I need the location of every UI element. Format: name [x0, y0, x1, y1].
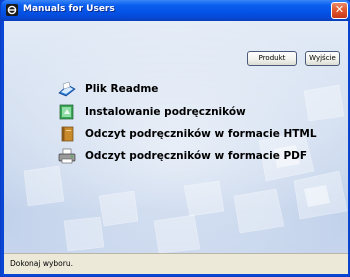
client-area: Produkt Wyjście Plik Readme Instalowanie…: [4, 21, 348, 274]
readme-icon: [58, 81, 76, 97]
menu-item-label: Instalowanie podręczników: [85, 106, 246, 118]
menu-item-label: Odczyt podręczników w formacie PDF: [85, 150, 308, 162]
menu-item-label: Plik Readme: [85, 83, 159, 95]
title-bar[interactable]: Manuals for Users ✕: [1, 0, 350, 21]
pdf-printer-icon: [58, 148, 76, 164]
install-icon: [59, 104, 74, 120]
window-title: Manuals for Users: [23, 4, 115, 14]
application-window: Manuals for Users ✕ Produkt Wyjście Plik…: [0, 0, 350, 277]
menu-item-pdf[interactable]: Odczyt podręczników w formacie PDF: [58, 148, 307, 164]
html-book-icon: [61, 126, 74, 142]
menu-item-install[interactable]: Instalowanie podręczników: [58, 104, 246, 120]
status-bar: Dokonaj wyboru.: [4, 253, 348, 274]
status-text: Dokonaj wyboru.: [10, 259, 73, 268]
close-button[interactable]: ✕: [331, 2, 348, 19]
menu-item-html[interactable]: Odczyt podręczników w formacie HTML: [58, 126, 317, 142]
menu-item-label: Odczyt podręczników w formacie HTML: [85, 128, 317, 140]
menu-item-readme[interactable]: Plik Readme: [58, 81, 158, 97]
exit-button[interactable]: Wyjście: [305, 51, 340, 66]
produkt-button[interactable]: Produkt: [247, 51, 297, 66]
close-icon: ✕: [334, 3, 345, 16]
app-icon: [6, 4, 18, 16]
